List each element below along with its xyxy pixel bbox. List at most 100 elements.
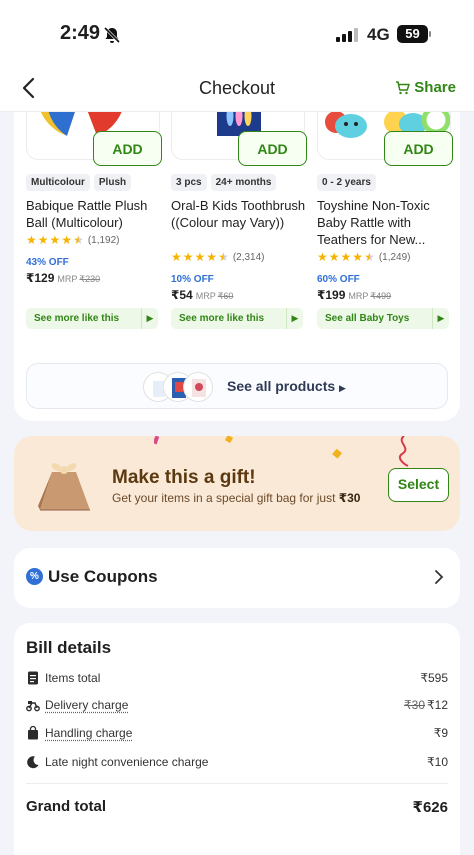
coupon-percent-icon: % [26, 568, 43, 585]
add-button[interactable]: ADD [238, 131, 307, 166]
use-coupons-label: Use Coupons [48, 567, 158, 586]
grand-total-value: ₹626 [412, 799, 448, 816]
bill-row-amount: ₹12 [427, 698, 448, 712]
product-price: ₹54 MRP ₹60 [171, 288, 233, 302]
bill-row-late-night: Late night convenience charge ₹10 [26, 753, 448, 773]
tag: 24+ months [210, 174, 277, 191]
product-suggestions-card: ADD Multicolour Plush Babique Rattle Plu… [14, 112, 460, 421]
tag: Plush [93, 174, 132, 191]
network-type: 4G [367, 25, 390, 44]
discount-label: 43% OFF [26, 257, 69, 268]
see-all-products-button[interactable]: See all products ▶ [26, 363, 448, 409]
divider [26, 783, 448, 784]
share-button[interactable]: Share [395, 79, 456, 96]
gift-price: ₹30 [338, 491, 361, 505]
price-value: ₹129 [26, 271, 55, 285]
see-all-label-text: See all products [227, 378, 336, 394]
see-more-label: See more like this [34, 313, 120, 324]
tag: 3 pcs [171, 174, 207, 191]
shopping-bag-icon [28, 726, 38, 740]
price-value: ₹199 [317, 288, 346, 302]
gift-select-button[interactable]: Select [388, 468, 449, 502]
bill-row-label: Handling charge [45, 726, 133, 740]
mrp-value: ₹230 [79, 274, 101, 284]
play-arrow-icon: ▶ [432, 308, 449, 329]
bill-row-amount: ₹595 [420, 671, 448, 685]
bill-row-label: Delivery charge [45, 698, 129, 712]
confetti-decoration [154, 436, 160, 445]
see-more-label: See all Baby Toys [325, 313, 410, 324]
product-name: Toyshine Non-Toxic Baby Rattle with Teat… [317, 198, 430, 247]
gift-subtitle: Get your items in a special gift bag for… [112, 491, 360, 505]
product-tags: 0 - 2 years [317, 174, 376, 191]
product-name: Oral-B Kids Toothbrush ((Colour may Vary… [171, 198, 306, 230]
gift-bag-icon [38, 463, 90, 511]
tag: Multicolour [26, 174, 90, 191]
see-more-button[interactable]: See more like this ▶ [26, 308, 158, 329]
status-bar: 2:49 4G 59 [0, 0, 474, 66]
bell-muted-icon [103, 26, 121, 44]
checkout-header: Checkout Share [0, 66, 474, 112]
add-button[interactable]: ADD [93, 131, 162, 166]
use-coupons-row[interactable]: % Use Coupons [14, 548, 460, 608]
product-rating: ★ ★ ★ ★ ★ (2,314) [171, 250, 265, 264]
see-more-label: See more like this [179, 313, 265, 324]
document-icon [28, 671, 38, 685]
bill-row-value: ₹10 [427, 755, 448, 769]
product-thumbnails [143, 372, 213, 402]
mrp-label: MRP [348, 291, 369, 301]
confetti-decoration [224, 436, 234, 444]
moon-icon [27, 756, 39, 769]
cart-icon [396, 80, 411, 94]
mrp-label: MRP [57, 274, 78, 284]
rating-count: (1,249) [378, 251, 411, 263]
product-price: ₹199 MRP ₹499 [317, 288, 391, 302]
bill-row-original-amount: ₹30 [404, 698, 426, 712]
product-rating: ★ ★ ★ ★ ★ (1,192) [26, 233, 120, 247]
product-price: ₹129 MRP ₹230 [26, 271, 100, 285]
thumbnail [183, 372, 213, 402]
bill-row-value: ₹595 [420, 671, 448, 685]
chevron-right-icon [435, 570, 444, 584]
share-label: Share [414, 79, 456, 96]
ribbon-decoration [398, 436, 409, 467]
gift-subtitle-text: Get your items in a special gift bag for… [112, 491, 339, 505]
product-name: Babique Rattle Plush Ball (Multicolour) [26, 198, 148, 230]
product-rating: ★ ★ ★ ★ ★ (1,249) [317, 250, 411, 264]
mrp-value: ₹499 [370, 291, 392, 301]
grand-total-label: Grand total [26, 798, 107, 815]
play-arrow-icon: ▶ [339, 383, 346, 393]
product-tags: Multicolour Plush [26, 174, 132, 191]
play-arrow-icon: ▶ [286, 308, 303, 329]
mrp-label: MRP [195, 291, 216, 301]
bill-row-handling[interactable]: Handling charge ₹9 [26, 724, 448, 744]
battery-tip [429, 31, 431, 37]
tag: 0 - 2 years [317, 174, 376, 191]
bill-row-delivery[interactable]: Delivery charge ₹30 ₹12 [26, 696, 448, 716]
bill-row-amount: ₹9 [433, 726, 448, 740]
play-arrow-icon: ▶ [141, 308, 158, 329]
see-all-baby-toys-button[interactable]: See all Baby Toys ▶ [317, 308, 449, 329]
scooter-icon [26, 701, 40, 712]
see-more-button[interactable]: See more like this ▶ [171, 308, 303, 329]
confetti-decoration [332, 448, 342, 459]
rating-count: (2,314) [232, 251, 265, 263]
status-time: 2:49 [60, 22, 101, 44]
gift-title: Make this a gift! [112, 467, 256, 488]
bill-row-value: ₹9 [434, 726, 448, 740]
bill-row-amount: ₹10 [427, 755, 448, 769]
discount-label: 60% OFF [317, 274, 360, 285]
discount-label: 10% OFF [171, 274, 214, 285]
add-button[interactable]: ADD [384, 131, 453, 166]
see-all-products-label: See all products ▶ [227, 378, 346, 394]
bill-details-card: Bill details Items total ₹595 Delivery c… [14, 623, 460, 855]
gift-option-card: Make this a gift! Get your items in a sp… [14, 436, 460, 531]
mrp-value: ₹60 [217, 291, 234, 301]
signal-icon [336, 26, 358, 42]
price-value: ₹54 [171, 288, 193, 302]
bill-row-label: Late night convenience charge [45, 755, 209, 769]
bill-row-items-total: Items total ₹595 [26, 669, 448, 689]
product-tags: 3 pcs 24+ months [171, 174, 277, 191]
bill-row-label: Items total [45, 671, 101, 685]
bill-row-value: ₹30 ₹12 [404, 698, 448, 712]
